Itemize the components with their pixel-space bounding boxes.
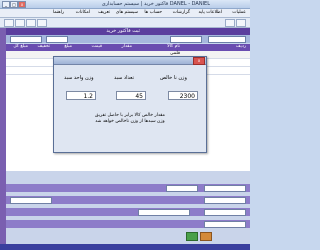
unit-weight-label: وزن واحد سبد (64, 75, 94, 81)
basket-count-label: تعداد سبد (114, 75, 134, 81)
menu-item[interactable]: سیستم های (116, 10, 138, 15)
toolbar-button[interactable] (26, 19, 36, 27)
menu-item[interactable]: حساب ها (144, 10, 162, 15)
totals-row (6, 196, 250, 204)
invoice-field[interactable] (208, 36, 246, 43)
totals-row (6, 208, 250, 216)
toolbar-button[interactable] (236, 19, 246, 27)
toolbar-button[interactable] (15, 19, 25, 27)
cancel-button[interactable] (200, 232, 212, 241)
totals-field[interactable] (166, 185, 198, 192)
toolbar (0, 18, 250, 28)
dialog-close-button[interactable]: x (193, 57, 205, 65)
column-header[interactable]: مقدار (122, 44, 132, 49)
net-weight-label: وزن نا خالص (160, 75, 187, 81)
toolbar-button[interactable] (4, 19, 14, 27)
menu-item[interactable]: راهنما (53, 10, 64, 15)
invoice-field[interactable] (46, 36, 68, 43)
form-title: ثبت فاکتور خرید (106, 28, 140, 34)
invoice-field[interactable] (10, 36, 42, 43)
column-header[interactable]: تخفیف (38, 44, 50, 49)
column-header[interactable]: مبلغ کل (13, 44, 28, 49)
menu-item[interactable]: گزارشات (173, 10, 190, 15)
form-header-bar: ثبت فاکتور خرید (6, 28, 250, 35)
net-weight-input[interactable]: 2300 (168, 91, 198, 100)
window-titlebar: فاکتور خرید | سیستم حسابداری DANEL - DAN… (0, 0, 250, 9)
column-header[interactable]: ردیف (236, 44, 246, 49)
toolbar-button[interactable] (37, 19, 47, 27)
totals-field[interactable] (204, 221, 246, 228)
dialog-titlebar: x (54, 57, 206, 65)
save-button[interactable] (186, 232, 198, 241)
totals-field[interactable] (204, 197, 246, 204)
maximize-button[interactable]: □ (10, 1, 18, 8)
totals-field[interactable] (204, 209, 246, 216)
column-header[interactable]: نام کالا (167, 44, 180, 49)
totals-field[interactable] (138, 209, 190, 216)
totals-row (6, 220, 250, 228)
dialog-note: مقدار خالص کالا برابر با حاصل تفریق وزن … (95, 113, 165, 124)
totals-field[interactable] (10, 197, 52, 204)
invoice-field[interactable] (170, 36, 202, 43)
menu-item[interactable]: امکانات (76, 10, 90, 15)
basket-count-input[interactable]: 45 (116, 91, 146, 100)
basket-weight-dialog: x وزن نا خالص تعداد سبد وزن واحد سبد 230… (53, 56, 207, 153)
close-window-button[interactable]: x (18, 1, 26, 8)
totals-field[interactable] (204, 185, 246, 192)
column-header[interactable]: مبلغ (64, 44, 72, 49)
unit-weight-input[interactable]: 1.2 (66, 91, 96, 100)
invoice-fields-row (6, 35, 250, 43)
totals-row (6, 184, 250, 192)
menu-bar: عملیات اطلاعات پایه گزارشات حساب ها سیست… (0, 9, 250, 18)
status-bar (0, 244, 250, 250)
menu-item[interactable]: تعریف (98, 10, 110, 15)
grid-header: ردیف نام کالا مقدار قیمت مبلغ تخفیف مبلغ… (6, 44, 250, 51)
menu-item[interactable]: عملیات (232, 10, 246, 15)
column-header[interactable]: قیمت (91, 44, 102, 49)
menu-item[interactable]: اطلاعات پایه (198, 10, 222, 15)
minimize-button[interactable]: _ (2, 1, 10, 8)
toolbar-button[interactable] (225, 19, 235, 27)
window-title: فاکتور خرید | سیستم حسابداری DANEL - DAN… (101, 1, 210, 7)
